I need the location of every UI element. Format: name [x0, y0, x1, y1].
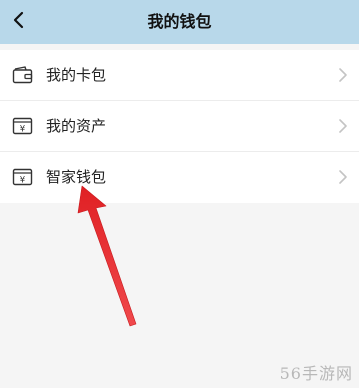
- menu-item-label: 智家钱包: [46, 168, 107, 186]
- chevron-right-icon: [339, 68, 347, 82]
- yen-box-icon: ¥: [12, 168, 33, 186]
- menu-item-label: 我的资产: [46, 117, 107, 135]
- svg-text:¥: ¥: [20, 125, 26, 135]
- chevron-right-icon: [339, 170, 347, 184]
- back-button[interactable]: [2, 0, 40, 44]
- page-title: 我的钱包: [147, 12, 212, 31]
- yen-box-icon: ¥: [12, 117, 33, 135]
- wallet-menu-list: 我的卡包 ¥ 我的资产 ¥ 智家钱包: [0, 50, 359, 203]
- menu-item-my-assets[interactable]: ¥ 我的资产: [0, 101, 359, 151]
- chevron-right-icon: [339, 119, 347, 133]
- menu-item-smart-home-wallet[interactable]: ¥ 智家钱包: [0, 152, 359, 202]
- chevron-left-icon: [13, 11, 24, 29]
- svg-text:¥: ¥: [20, 176, 26, 186]
- menu-item-label: 我的卡包: [46, 66, 107, 84]
- watermark: 56手游网: [279, 364, 353, 383]
- menu-item-card-wallet[interactable]: 我的卡包: [0, 50, 359, 100]
- wallet-icon: [12, 66, 33, 84]
- header-bar: 我的钱包: [0, 0, 359, 44]
